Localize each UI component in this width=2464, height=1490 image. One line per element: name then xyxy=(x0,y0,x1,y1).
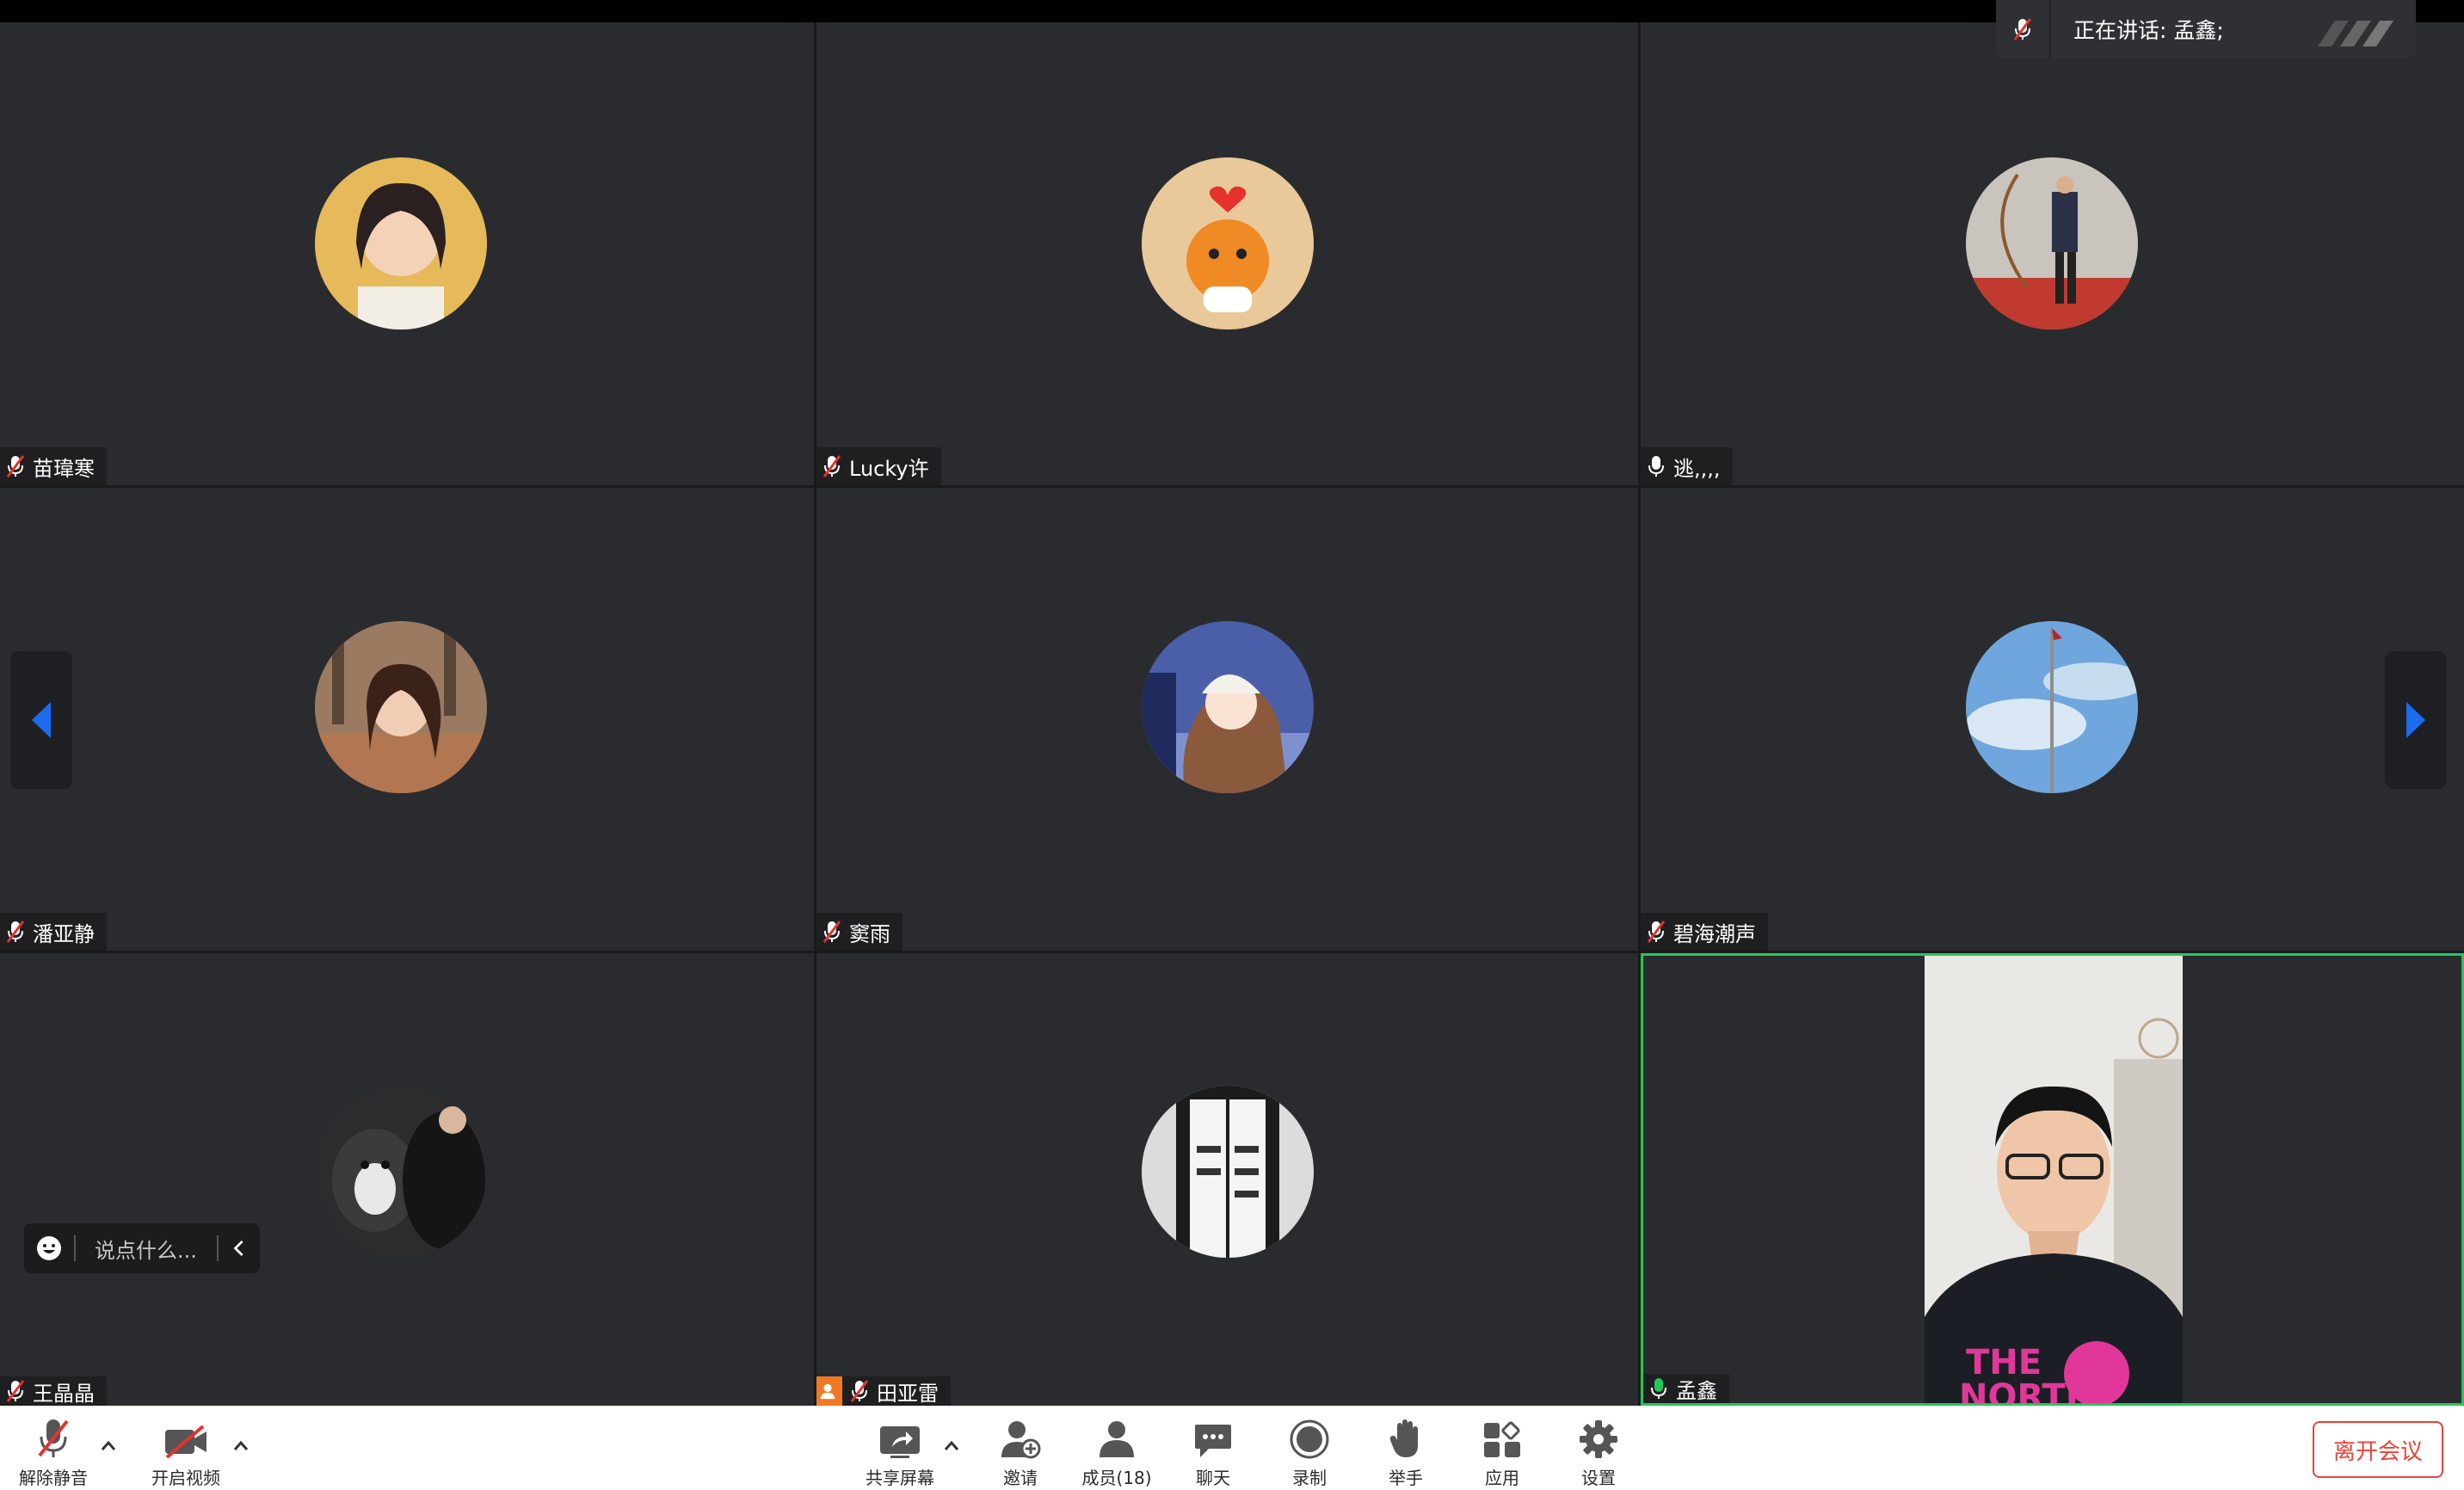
apps-grid-icon xyxy=(1484,1421,1520,1457)
chevron-up-icon[interactable] xyxy=(100,1438,117,1452)
participant-name: 潘亚静 xyxy=(33,921,95,946)
participant-nametag: 田亚雷 xyxy=(816,1376,951,1406)
participant-nametag: 逃,,,, xyxy=(1641,447,1733,485)
share-screen-button[interactable]: 共享屏幕 xyxy=(859,1406,941,1490)
leave-meeting-button[interactable]: 离开会议 xyxy=(2313,1421,2443,1478)
mic-muted-icon xyxy=(38,1419,69,1457)
mic-muted-icon xyxy=(2013,18,2032,40)
settings-label: 设置 xyxy=(1581,1468,1616,1488)
share-screen-label: 共享屏幕 xyxy=(865,1468,934,1488)
user-avatar-icon xyxy=(816,1376,842,1406)
settings-button[interactable]: 设置 xyxy=(1561,1406,1636,1490)
participant-avatar xyxy=(1142,157,1314,329)
chevron-up-icon[interactable] xyxy=(943,1438,960,1452)
chevron-up-icon[interactable] xyxy=(232,1438,249,1452)
video-grid: 苗瑋寒 Lucky许 逃,,,, 潘亚静 窦雨 碧海潮声 王晶晶 田亚雷 THE… xyxy=(0,22,2464,1406)
video-off-icon xyxy=(165,1425,206,1459)
hand-icon xyxy=(1389,1419,1418,1457)
mic-muted-icon xyxy=(6,920,25,943)
share-screen-icon xyxy=(880,1426,920,1458)
participant-avatar xyxy=(1966,621,2138,793)
participant-avatar xyxy=(315,1086,487,1258)
emoji-icon[interactable] xyxy=(35,1234,63,1262)
mic-speaking-icon xyxy=(1651,1378,1666,1399)
participant-name: 窦雨 xyxy=(849,921,890,946)
record-button[interactable]: 录制 xyxy=(1272,1406,1347,1490)
participant-nametag: 窦雨 xyxy=(816,913,902,951)
participant-avatar xyxy=(1142,1086,1314,1258)
collapse-chevron-icon[interactable] xyxy=(231,1239,247,1258)
add-user-icon xyxy=(1001,1421,1041,1459)
participant-avatar xyxy=(315,621,487,793)
gear-icon xyxy=(1580,1420,1617,1458)
mic-muted-icon xyxy=(822,920,841,943)
participant-tile[interactable]: Lucky许 xyxy=(816,22,1638,485)
invite-label: 邀请 xyxy=(1003,1468,1038,1488)
participant-name: 碧海潮声 xyxy=(1673,921,1756,946)
members-button[interactable]: 成员(18) xyxy=(1074,1406,1160,1490)
chat-button[interactable]: 聊天 xyxy=(1175,1406,1251,1490)
raise-hand-label: 举手 xyxy=(1389,1468,1423,1488)
chevron-left-icon xyxy=(32,702,51,738)
next-page-button[interactable] xyxy=(2385,651,2447,789)
participant-name: 孟鑫 xyxy=(1676,1378,1717,1403)
participant-tile[interactable]: 王晶晶 xyxy=(0,953,814,1406)
participant-nametag: 孟鑫 xyxy=(1643,1374,1729,1403)
active-speaker-label: 正在讲话: 孟鑫; xyxy=(2073,18,2224,43)
active-speaker-tile[interactable]: THE NORTH 孟鑫 xyxy=(1641,953,2464,1406)
chat-label: 聊天 xyxy=(1196,1468,1230,1488)
participant-tile[interactable]: 潘亚静 xyxy=(0,488,814,951)
participant-tile[interactable]: 苗瑋寒 xyxy=(0,22,814,485)
participant-nametag: 苗瑋寒 xyxy=(0,447,107,485)
signal-icon xyxy=(2318,21,2393,46)
invite-button[interactable]: 邀请 xyxy=(983,1406,1058,1490)
apps-label: 应用 xyxy=(1485,1468,1519,1488)
members-icon xyxy=(1100,1421,1134,1457)
chat-bubble-icon xyxy=(1195,1425,1231,1457)
chat-placeholder: 说点什么... xyxy=(95,1238,197,1263)
participant-avatar xyxy=(315,157,487,329)
participant-tile[interactable]: 碧海潮声 xyxy=(1641,488,2464,951)
speaker-video: THE NORTH xyxy=(1925,956,2183,1403)
divider xyxy=(74,1235,76,1261)
participant-name: 王晶晶 xyxy=(33,1381,95,1406)
mic-muted-icon xyxy=(6,455,25,477)
mic-muted-icon xyxy=(1647,920,1666,943)
unmute-button[interactable]: 解除静音 xyxy=(12,1406,95,1490)
apps-button[interactable]: 应用 xyxy=(1464,1406,1540,1490)
mic-muted-icon xyxy=(850,1380,869,1402)
chat-input[interactable]: 说点什么... xyxy=(24,1223,260,1273)
participant-tile[interactable]: 田亚雷 xyxy=(816,953,1638,1406)
mic-icon xyxy=(1648,456,1664,477)
record-label: 录制 xyxy=(1292,1468,1327,1488)
participant-name: Lucky许 xyxy=(849,456,929,481)
participant-tile[interactable]: 窦雨 xyxy=(816,488,1638,951)
participant-name: 田亚雷 xyxy=(877,1381,939,1406)
chevron-right-icon xyxy=(2406,702,2425,738)
start-video-label: 开启视频 xyxy=(151,1468,220,1488)
active-speaker-indicator: 正在讲话: 孟鑫; xyxy=(1996,0,2416,58)
participant-tile[interactable]: 逃,,,, xyxy=(1641,22,2464,485)
raise-hand-button[interactable]: 举手 xyxy=(1368,1406,1444,1490)
members-label: 成员(18) xyxy=(1081,1468,1152,1488)
participant-nametag: 王晶晶 xyxy=(0,1376,107,1406)
record-icon xyxy=(1290,1419,1329,1459)
participant-nametag: 潘亚静 xyxy=(0,913,107,951)
participant-nametag: Lucky许 xyxy=(816,447,941,485)
unmute-label: 解除静音 xyxy=(19,1468,88,1488)
participant-avatar xyxy=(1966,157,2138,329)
start-video-button[interactable]: 开启视频 xyxy=(145,1406,227,1490)
mic-muted-icon xyxy=(6,1380,25,1402)
participant-nametag: 碧海潮声 xyxy=(1641,913,1768,951)
mic-muted-icon xyxy=(822,455,841,477)
meeting-toolbar: 解除静音 开启视频 共享屏幕 邀请 成员(18) 聊天 录制 举手 应用 设置 xyxy=(0,1406,2464,1490)
participant-name: 逃,,,, xyxy=(1673,456,1721,481)
participant-avatar xyxy=(1142,621,1314,793)
participant-name: 苗瑋寒 xyxy=(33,456,95,481)
prev-page-button[interactable] xyxy=(10,651,72,789)
